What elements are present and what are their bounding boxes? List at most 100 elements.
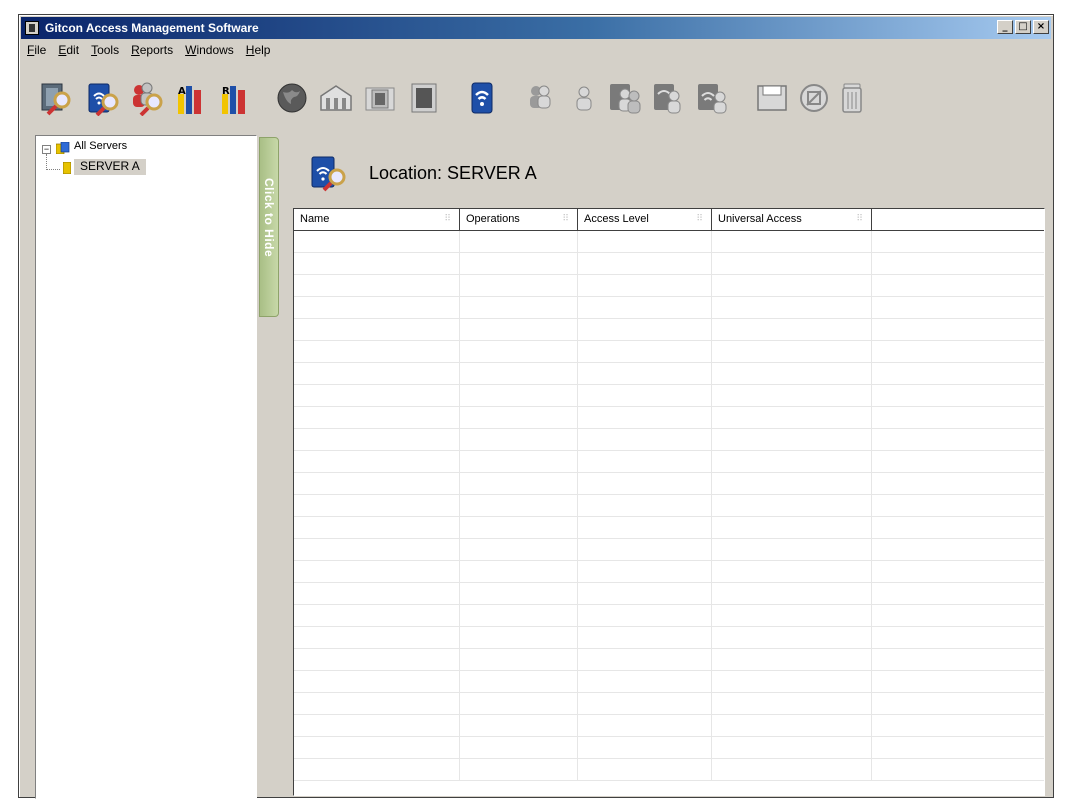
- table-cell[interactable]: [578, 649, 712, 670]
- table-cell[interactable]: [294, 671, 460, 692]
- table-row[interactable]: [294, 715, 1044, 737]
- table-cell[interactable]: [294, 429, 460, 450]
- table-cell[interactable]: [294, 495, 460, 516]
- report-b-button[interactable]: R: [215, 79, 253, 117]
- table-cell[interactable]: [294, 407, 460, 428]
- table-cell[interactable]: [460, 561, 578, 582]
- table-cell[interactable]: [712, 319, 872, 340]
- table-cell[interactable]: [294, 253, 460, 274]
- table-cell[interactable]: [294, 473, 460, 494]
- table-cell[interactable]: [712, 759, 872, 780]
- table-cell[interactable]: [294, 517, 460, 538]
- table-row[interactable]: [294, 473, 1044, 495]
- table-cell[interactable]: [712, 451, 872, 472]
- table-cell[interactable]: [460, 693, 578, 714]
- table-cell[interactable]: [712, 407, 872, 428]
- table-row[interactable]: [294, 429, 1044, 451]
- menu-file[interactable]: File: [21, 43, 52, 57]
- table-cell[interactable]: [460, 363, 578, 384]
- table-cell[interactable]: [460, 297, 578, 318]
- door-panel-button[interactable]: [361, 79, 399, 117]
- table-cell[interactable]: [460, 759, 578, 780]
- table-cell[interactable]: [578, 451, 712, 472]
- table-cell[interactable]: [578, 275, 712, 296]
- table-cell[interactable]: [578, 737, 712, 758]
- table-cell[interactable]: [294, 627, 460, 648]
- table-row[interactable]: [294, 363, 1044, 385]
- table-cell[interactable]: [460, 737, 578, 758]
- table-cell[interactable]: [294, 341, 460, 362]
- menu-edit[interactable]: Edit: [52, 43, 85, 57]
- table-cell[interactable]: [712, 539, 872, 560]
- table-cell[interactable]: [712, 231, 872, 252]
- table-row[interactable]: [294, 517, 1044, 539]
- table-cell[interactable]: [294, 451, 460, 472]
- table-cell[interactable]: [460, 473, 578, 494]
- table-row[interactable]: [294, 759, 1044, 781]
- table-cell[interactable]: [294, 231, 460, 252]
- tree-item-server-a[interactable]: SERVER A: [74, 159, 146, 175]
- table-cell[interactable]: [578, 693, 712, 714]
- table-row[interactable]: [294, 561, 1044, 583]
- column-header-access-level[interactable]: Access Level ⠿: [578, 209, 712, 231]
- table-cell[interactable]: [460, 671, 578, 692]
- table-cell[interactable]: [578, 473, 712, 494]
- table-cell[interactable]: [460, 495, 578, 516]
- table-cell[interactable]: [578, 429, 712, 450]
- globe-button[interactable]: [273, 79, 311, 117]
- table-row[interactable]: [294, 495, 1044, 517]
- table-cell[interactable]: [712, 275, 872, 296]
- table-cell[interactable]: [712, 715, 872, 736]
- group-access-button[interactable]: [607, 79, 645, 117]
- table-cell[interactable]: [712, 517, 872, 538]
- table-cell[interactable]: [294, 759, 460, 780]
- maximize-button[interactable]: □: [1015, 20, 1031, 34]
- access-grid[interactable]: Name ⠿ Operations ⠿ Access Level ⠿ Universa…: [293, 208, 1045, 796]
- table-cell[interactable]: [460, 253, 578, 274]
- find-reader-button[interactable]: [83, 79, 121, 117]
- table-cell[interactable]: [294, 319, 460, 340]
- table-row[interactable]: [294, 451, 1044, 473]
- table-cell[interactable]: [294, 385, 460, 406]
- table-cell[interactable]: [578, 297, 712, 318]
- column-header-universal-access[interactable]: Universal Access ⠿: [712, 209, 872, 231]
- table-row[interactable]: [294, 671, 1044, 693]
- save-button[interactable]: [753, 79, 791, 117]
- table-cell[interactable]: [712, 561, 872, 582]
- table-cell[interactable]: [460, 715, 578, 736]
- table-cell[interactable]: [460, 385, 578, 406]
- table-cell[interactable]: [294, 363, 460, 384]
- table-row[interactable]: [294, 737, 1044, 759]
- table-cell[interactable]: [578, 385, 712, 406]
- table-cell[interactable]: [578, 253, 712, 274]
- tree-collapse-icon[interactable]: −: [42, 145, 51, 154]
- table-cell[interactable]: [578, 715, 712, 736]
- table-cell[interactable]: [712, 495, 872, 516]
- table-cell[interactable]: [578, 231, 712, 252]
- table-cell[interactable]: [578, 583, 712, 604]
- table-row[interactable]: [294, 319, 1044, 341]
- table-row[interactable]: [294, 605, 1044, 627]
- table-cell[interactable]: [712, 627, 872, 648]
- table-cell[interactable]: [578, 341, 712, 362]
- table-cell[interactable]: [712, 583, 872, 604]
- table-cell[interactable]: [578, 539, 712, 560]
- table-cell[interactable]: [712, 605, 872, 626]
- table-cell[interactable]: [294, 715, 460, 736]
- trash-button[interactable]: [833, 79, 871, 117]
- tree-root-all-servers[interactable]: All Servers: [74, 140, 127, 152]
- table-cell[interactable]: [712, 429, 872, 450]
- table-cell[interactable]: [578, 363, 712, 384]
- table-cell[interactable]: [294, 583, 460, 604]
- group-reader-button[interactable]: [651, 79, 689, 117]
- table-cell[interactable]: [294, 561, 460, 582]
- table-cell[interactable]: [460, 451, 578, 472]
- report-a-button[interactable]: A: [171, 79, 209, 117]
- door-button[interactable]: [405, 79, 443, 117]
- table-cell[interactable]: [294, 539, 460, 560]
- table-cell[interactable]: [712, 649, 872, 670]
- table-cell[interactable]: [460, 341, 578, 362]
- table-cell[interactable]: [578, 561, 712, 582]
- table-cell[interactable]: [578, 759, 712, 780]
- minimize-button[interactable]: _: [997, 20, 1013, 34]
